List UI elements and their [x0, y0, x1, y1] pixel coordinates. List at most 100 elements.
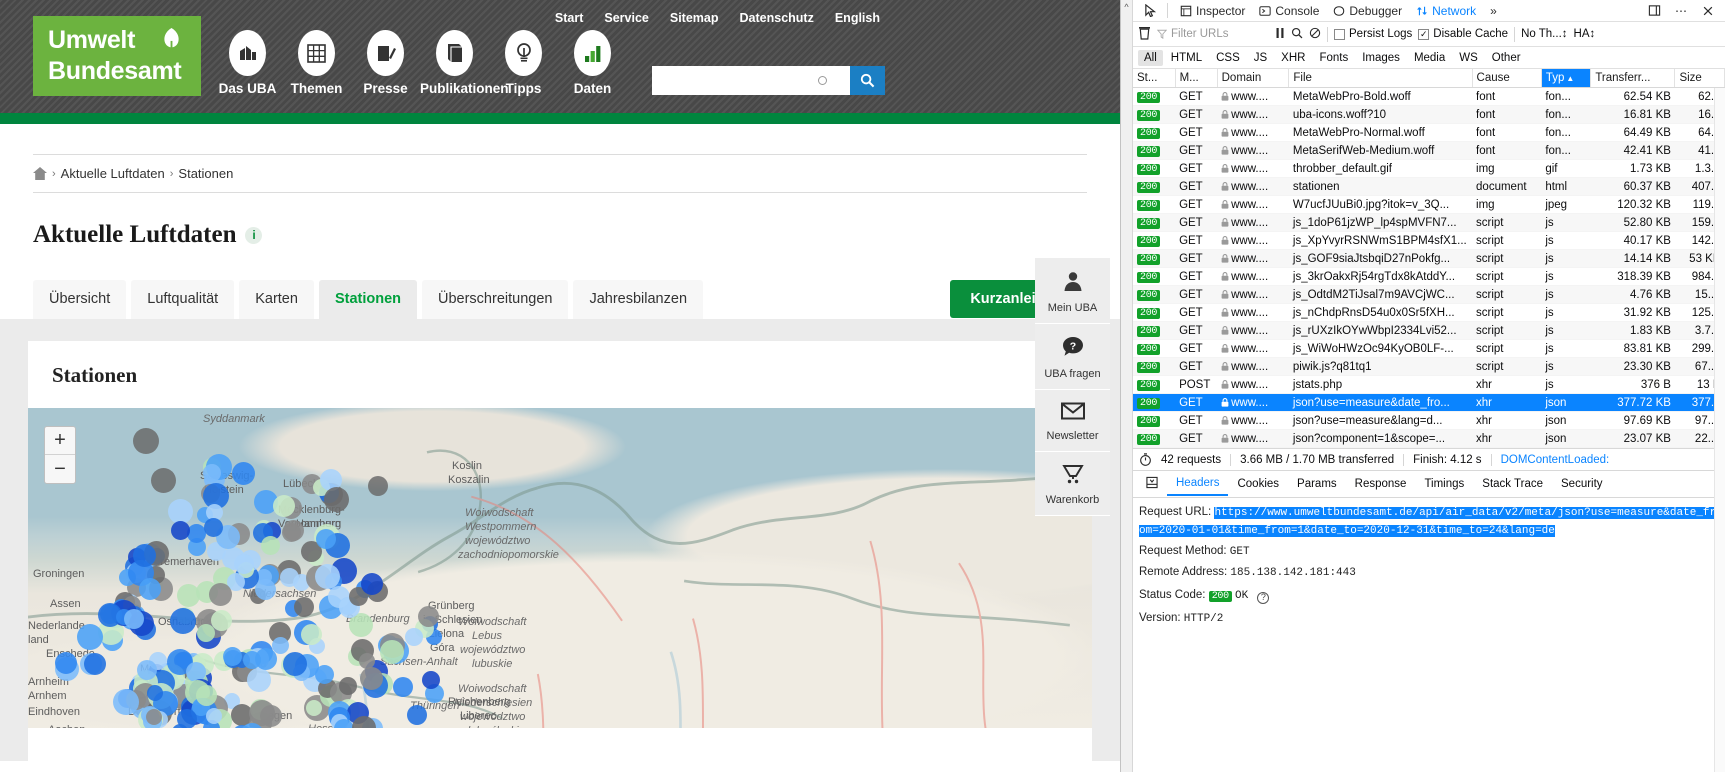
station-marker[interactable] — [338, 677, 357, 696]
tab-debugger[interactable]: Debugger — [1326, 2, 1409, 20]
station-marker[interactable] — [260, 535, 280, 555]
meta-link-sitemap[interactable]: Sitemap — [670, 11, 719, 25]
station-marker[interactable] — [271, 636, 289, 654]
station-marker[interactable] — [133, 428, 159, 454]
filter-ws[interactable]: WS — [1453, 50, 1484, 66]
table-row[interactable]: 200 GET www.... js_GOF9siaJtsbqiD27nPokfg..… — [1133, 249, 1725, 268]
station-marker[interactable] — [203, 463, 222, 482]
column-transferred[interactable]: Transferr... — [1590, 69, 1676, 88]
station-marker[interactable] — [132, 543, 156, 567]
nav-item-tipps[interactable]: Tipps — [489, 30, 558, 98]
detail-tab-stack-trace[interactable]: Stack Trace — [1473, 473, 1552, 495]
filter-media[interactable]: Media — [1408, 50, 1451, 66]
persist-logs-checkbox[interactable]: Persist Logs — [1334, 28, 1412, 40]
uba-logo[interactable]: Umwelt Bundesamt — [33, 16, 201, 96]
tab-jahresbilanzen[interactable]: Jahresbilanzen — [573, 280, 704, 319]
table-row[interactable]: 200 GET www.... js_nChdpRnsD54u0x0Sr5fXH...… — [1133, 303, 1725, 322]
info-icon[interactable]: i — [245, 226, 263, 244]
table-row[interactable]: 200 GET www.... stationen document html 60.37 … — [1133, 177, 1725, 196]
nav-item-daten[interactable]: Daten — [558, 30, 627, 98]
tab-stationen[interactable]: Stationen — [318, 280, 417, 319]
tab-karten[interactable]: Karten — [239, 280, 314, 319]
table-row[interactable]: 200 GET www.... uba-icons.woff?10 font fon...… — [1133, 105, 1725, 124]
search-requests-button[interactable] — [1291, 27, 1303, 42]
search-submit-button[interactable] — [850, 66, 885, 95]
station-marker[interactable] — [246, 668, 271, 693]
table-row[interactable]: 200 GET www.... throbber_default.gif img gif 1… — [1133, 159, 1725, 178]
element-picker-button[interactable] — [1137, 2, 1164, 19]
nav-item-publikationen[interactable]: Publikationen — [420, 30, 509, 98]
tab-inspector[interactable]: Inspector — [1173, 2, 1252, 20]
table-row[interactable]: 200 GET www.... js_OdtdM2TiJsal7m9AVCjWC...… — [1133, 285, 1725, 304]
throttling-dropdown[interactable]: No Th...↕ — [1521, 28, 1567, 40]
filter-css[interactable]: CSS — [1210, 50, 1246, 66]
station-marker[interactable] — [300, 623, 322, 645]
table-row[interactable]: 200 GET www.... js_XpYvyrRSNWmS1BPM4sfX1...… — [1133, 231, 1725, 250]
station-marker[interactable] — [421, 671, 440, 690]
table-row[interactable]: 200 GET www.... json?component=1&scope=... x… — [1133, 429, 1725, 448]
filter-fonts[interactable]: Fonts — [1313, 50, 1354, 66]
more-options-button[interactable]: ⋯ — [1668, 2, 1695, 20]
detail-tab-headers[interactable]: Headers — [1167, 472, 1229, 496]
scroll-up-arrow[interactable]: ^ — [1121, 0, 1132, 12]
station-marker[interactable] — [76, 624, 103, 651]
table-row[interactable]: 200 GET www.... MetaWebPro-Bold.woff font fon… — [1133, 87, 1725, 106]
column-domain[interactable]: Domain — [1217, 69, 1290, 88]
meta-link-datenschutz[interactable]: Datenschutz — [740, 11, 814, 25]
close-devtools-button[interactable] — [1695, 3, 1721, 19]
tab-uebersicht[interactable]: Übersicht — [33, 280, 127, 319]
detail-panel-toggle-icon[interactable] — [1137, 471, 1167, 497]
table-row[interactable]: 200 GET www.... js_3krOakxRj54rgTdx8kAtddY.… — [1133, 267, 1725, 286]
detail-tab-response[interactable]: Response — [1346, 473, 1416, 495]
detail-tab-security[interactable]: Security — [1552, 473, 1612, 495]
nav-item-themen[interactable]: Themen — [282, 30, 351, 98]
stations-map[interactable]: + − SyddanmarkSchleswig-HolsteinKoslinKo… — [28, 408, 1092, 728]
column-status[interactable]: St... — [1133, 69, 1176, 88]
pause-requests-button[interactable] — [1275, 27, 1285, 42]
filter-images[interactable]: Images — [1356, 50, 1406, 66]
rail-item-warenkorb[interactable]: Warenkorb — [1035, 452, 1110, 516]
tab-ueberschreitungen[interactable]: Überschreitungen — [422, 280, 569, 319]
block-requests-button[interactable] — [1309, 27, 1321, 42]
home-icon[interactable] — [33, 167, 47, 180]
station-marker[interactable] — [315, 529, 336, 550]
tab-console[interactable]: Console — [1252, 2, 1326, 20]
table-row[interactable]: 200 GET www.... js_WiWoHWzOc94KyOB0LF-... sc… — [1133, 339, 1725, 358]
table-row[interactable]: 200 POST www.... jstats.php xhr js 376 B 13 B — [1133, 375, 1725, 394]
station-marker[interactable] — [243, 651, 262, 670]
station-marker[interactable] — [231, 461, 255, 485]
filter-js[interactable]: JS — [1248, 50, 1273, 66]
table-row[interactable]: 200 GET www.... MetaWebPro-Normal.woff font f… — [1133, 123, 1725, 142]
filter-html[interactable]: HTML — [1165, 50, 1208, 66]
page-scrollbar[interactable]: ^ — [1121, 0, 1133, 772]
detail-tab-timings[interactable]: Timings — [1415, 473, 1473, 495]
table-row[interactable]: 200 GET www.... json?use=measure&date_fro..… — [1133, 393, 1725, 412]
detail-tab-params[interactable]: Params — [1288, 473, 1346, 495]
station-marker[interactable] — [368, 476, 388, 496]
column-file[interactable]: File — [1288, 69, 1473, 88]
disable-cache-checkbox[interactable]: ✓ Disable Cache — [1418, 28, 1508, 40]
rail-item-newsletter[interactable]: Newsletter — [1035, 390, 1110, 452]
table-row[interactable]: 200 GET www.... piwik.js?q81tq1 script js 23.3… — [1133, 357, 1725, 376]
har-dropdown[interactable]: HA↕ — [1574, 28, 1596, 40]
rail-item-mein-uba[interactable]: Mein UBA — [1035, 258, 1110, 324]
nav-item-presse[interactable]: Presse — [351, 30, 420, 98]
station-marker[interactable] — [211, 609, 233, 631]
filter-other[interactable]: Other — [1486, 50, 1527, 66]
filter-urls-input[interactable]: Filter URLs — [1157, 28, 1269, 40]
tab-network[interactable]: Network — [1409, 2, 1483, 20]
tab-luftqualitaet[interactable]: Luftqualität — [131, 280, 235, 319]
station-marker[interactable] — [203, 517, 223, 537]
meta-link-service[interactable]: Service — [604, 11, 648, 25]
clear-requests-button[interactable] — [1138, 26, 1151, 43]
nav-item-das-uba[interactable]: Das UBA — [213, 30, 282, 98]
table-row[interactable]: 200 GET www.... json?use=measure&lang=d... x… — [1133, 411, 1725, 430]
meta-link-english[interactable]: English — [835, 11, 880, 25]
toolbar-overflow-button[interactable]: » — [1483, 2, 1504, 20]
rail-item-uba-fragen[interactable]: ? UBA fragen — [1035, 324, 1110, 390]
column-cause[interactable]: Cause — [1472, 69, 1542, 88]
dock-button[interactable] — [1641, 2, 1668, 19]
column-type[interactable]: Typ ▲ — [1541, 69, 1592, 88]
station-marker[interactable] — [169, 607, 196, 634]
station-marker[interactable] — [283, 651, 308, 676]
